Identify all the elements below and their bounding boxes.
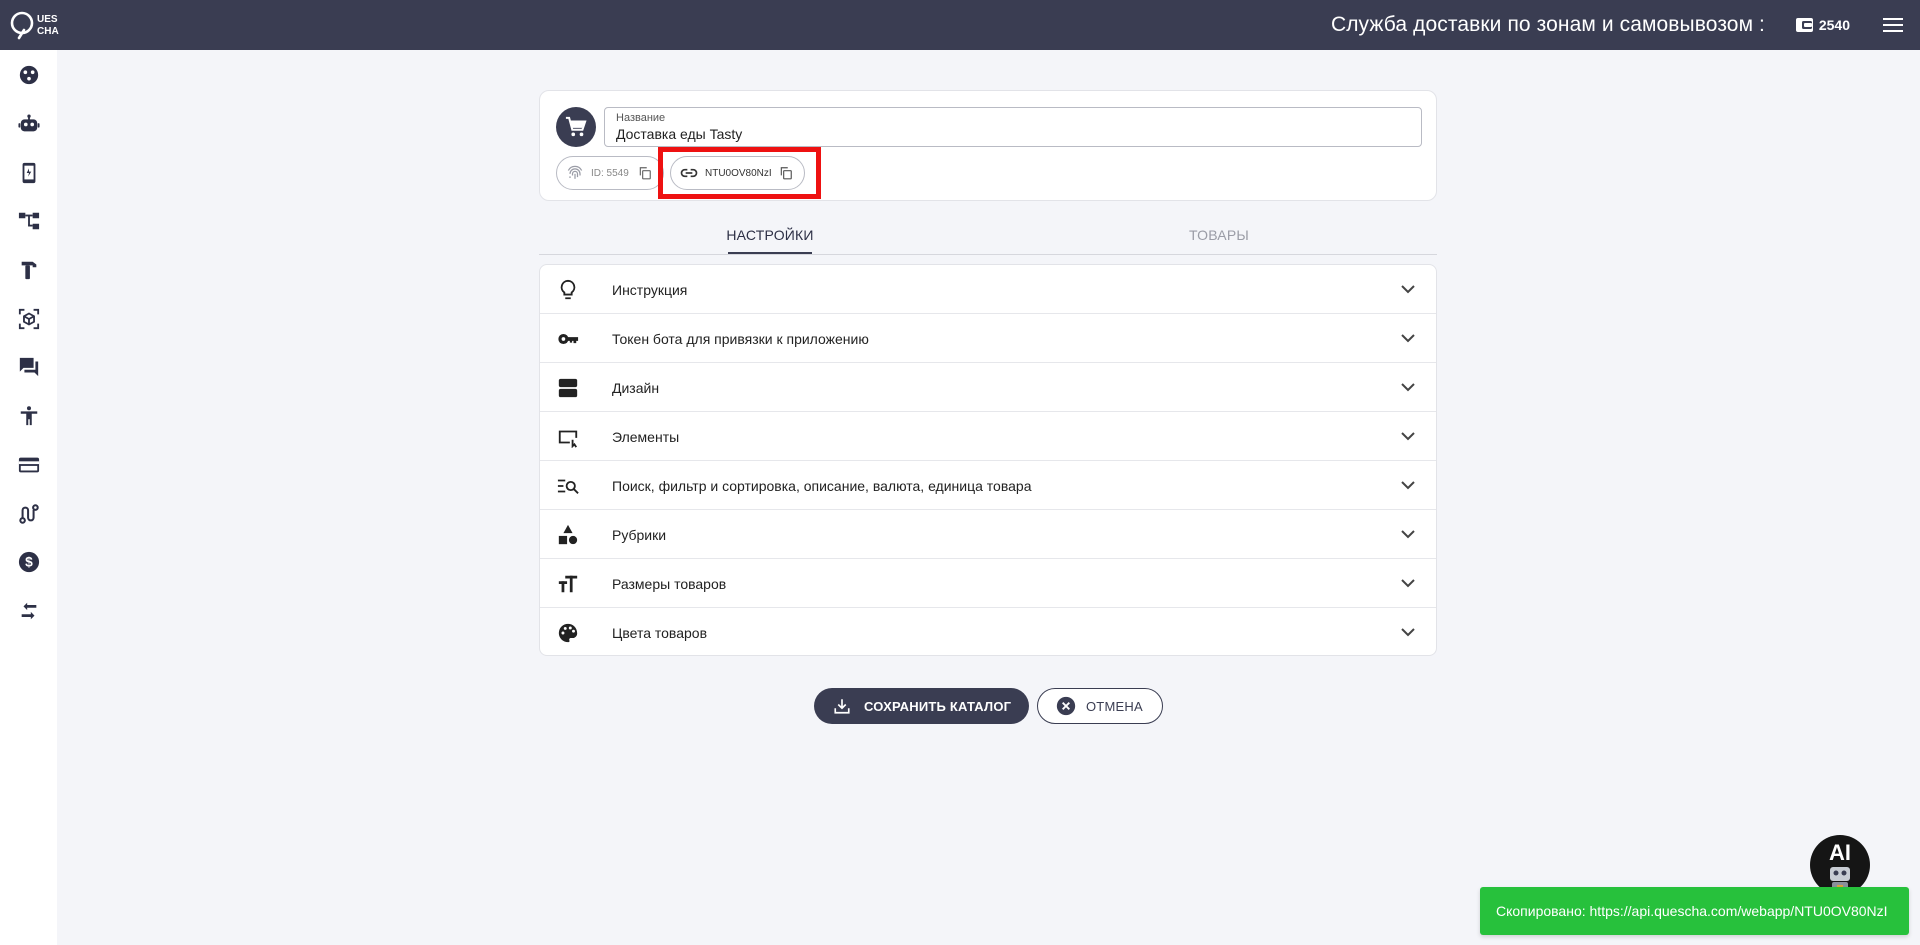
menu-button[interactable]	[1880, 12, 1906, 38]
quescha-logo[interactable]: UES CHA	[10, 8, 70, 42]
section-label: Размеры товаров	[612, 575, 727, 592]
ai-assistant-button[interactable]: AI	[1810, 835, 1870, 895]
sidebar-item-payments[interactable]	[16, 452, 42, 478]
accessibility-icon	[20, 406, 38, 426]
key-icon	[556, 327, 580, 351]
chevron-down-icon	[1398, 328, 1418, 348]
section-label: Поиск, фильтр и сортировка, описание, ва…	[612, 477, 1032, 494]
section-label: Инструкция	[612, 281, 688, 298]
svg-text:$: $	[25, 555, 33, 570]
mobile-app-icon	[22, 162, 36, 184]
hammer-icon	[21, 261, 37, 280]
sidebar-item-3d[interactable]	[16, 306, 42, 332]
sidebar-item-tools[interactable]	[16, 257, 42, 283]
section-product-colors[interactable]: Цвета товаров	[540, 608, 1436, 655]
sidebar-item-transfers[interactable]	[16, 598, 42, 624]
search-list-icon	[556, 474, 580, 498]
section-categories[interactable]: Рубрики	[540, 510, 1436, 559]
dashboard-icon	[19, 65, 39, 85]
text-size-icon	[556, 572, 580, 596]
dollar-icon: $	[18, 551, 40, 573]
save-catalog-button[interactable]: СОХРАНИТЬ КАТАЛОГ	[814, 688, 1029, 724]
copied-toast: Скопировано: https://api.quescha.com/web…	[1480, 887, 1909, 935]
credit-card-icon	[18, 457, 40, 473]
chat-icon	[19, 357, 39, 377]
chevron-down-icon	[1398, 426, 1418, 446]
page-title: Служба доставки по зонам и самовывозом :	[1330, 13, 1765, 36]
section-design[interactable]: Дизайн	[540, 363, 1436, 412]
logo-text-top: UES	[37, 14, 58, 25]
catalog-id: ID: 5549	[591, 167, 629, 179]
catalog-avatar[interactable]	[556, 107, 596, 147]
sidebar-item-bots[interactable]	[16, 111, 42, 137]
highlight-frame	[658, 147, 821, 199]
sidebar-item-finance[interactable]: $	[16, 549, 42, 575]
section-label: Дизайн	[612, 379, 660, 396]
lightbulb-icon	[556, 278, 580, 302]
sidebar-item-flows[interactable]	[16, 208, 42, 234]
chevron-down-icon	[1398, 279, 1418, 299]
section-elements[interactable]: Элементы	[540, 412, 1436, 461]
catalog-name-label: Название	[616, 112, 666, 124]
category-icon	[556, 523, 580, 547]
catalog-name-field[interactable]: Название	[604, 107, 1422, 147]
wallet-icon	[1795, 18, 1813, 32]
balance[interactable]: 2540	[1795, 0, 1850, 50]
elements-icon	[556, 425, 580, 449]
fingerprint-icon	[563, 161, 587, 185]
chevron-down-icon	[1398, 377, 1418, 397]
design-icon	[556, 376, 580, 400]
section-label: Элементы	[612, 428, 680, 445]
cart-icon	[565, 116, 587, 137]
chevron-down-icon	[1398, 622, 1418, 642]
settings-accordion: Инструкция Токен бота для привязки к при…	[539, 264, 1437, 656]
sidebar-item-routes[interactable]	[16, 501, 42, 527]
cube-scan-icon	[18, 308, 40, 330]
sidebar: $	[0, 50, 57, 945]
tab-goods[interactable]: ТОВАРЫ	[1189, 222, 1249, 254]
logo-text-bottom: CHA	[37, 26, 59, 37]
sidebar-item-dashboard[interactable]	[16, 62, 42, 88]
chevron-down-icon	[1398, 573, 1418, 593]
balance-value: 2540	[1818, 17, 1850, 33]
sidebar-item-accessibility[interactable]	[16, 403, 42, 429]
cancel-label: ОТМЕНА	[1086, 698, 1143, 714]
section-label: Токен бота для привязки к приложению	[612, 330, 869, 347]
cancel-circle-icon	[1056, 696, 1076, 716]
hamburger-icon	[1883, 18, 1903, 32]
route-icon	[19, 504, 39, 524]
cancel-button[interactable]: ОТМЕНА	[1037, 688, 1163, 724]
flow-icon	[18, 212, 40, 230]
chevron-down-icon	[1398, 475, 1418, 495]
section-product-sizes[interactable]: Размеры товаров	[540, 559, 1436, 608]
catalog-id-chip[interactable]: ID: 5549	[556, 156, 664, 190]
section-bot-token[interactable]: Токен бота для привязки к приложению	[540, 314, 1436, 363]
palette-icon	[556, 621, 580, 645]
tab-settings[interactable]: НАСТРОЙКИ	[726, 222, 813, 254]
section-instruction[interactable]: Инструкция	[540, 265, 1436, 314]
swap-icon	[21, 602, 37, 620]
section-search-filter[interactable]: Поиск, фильтр и сортировка, описание, ва…	[540, 461, 1436, 510]
download-icon	[832, 696, 852, 716]
catalog-name-input[interactable]	[616, 125, 1406, 143]
robot-icon	[18, 114, 40, 132]
tab-bar: НАСТРОЙКИ ТОВАРЫ	[539, 222, 1437, 255]
section-label: Рубрики	[612, 526, 667, 543]
top-bar: UES CHA Служба доставки по зонам и самов…	[0, 0, 1920, 50]
copy-id-icon[interactable]	[637, 165, 653, 181]
section-label: Цвета товаров	[612, 624, 708, 641]
robot-avatar-icon	[1830, 867, 1850, 894]
sidebar-item-apps[interactable]	[16, 160, 42, 186]
sidebar-item-chats[interactable]	[16, 354, 42, 380]
save-catalog-label: СОХРАНИТЬ КАТАЛОГ	[864, 698, 1012, 714]
chevron-down-icon	[1398, 524, 1418, 544]
